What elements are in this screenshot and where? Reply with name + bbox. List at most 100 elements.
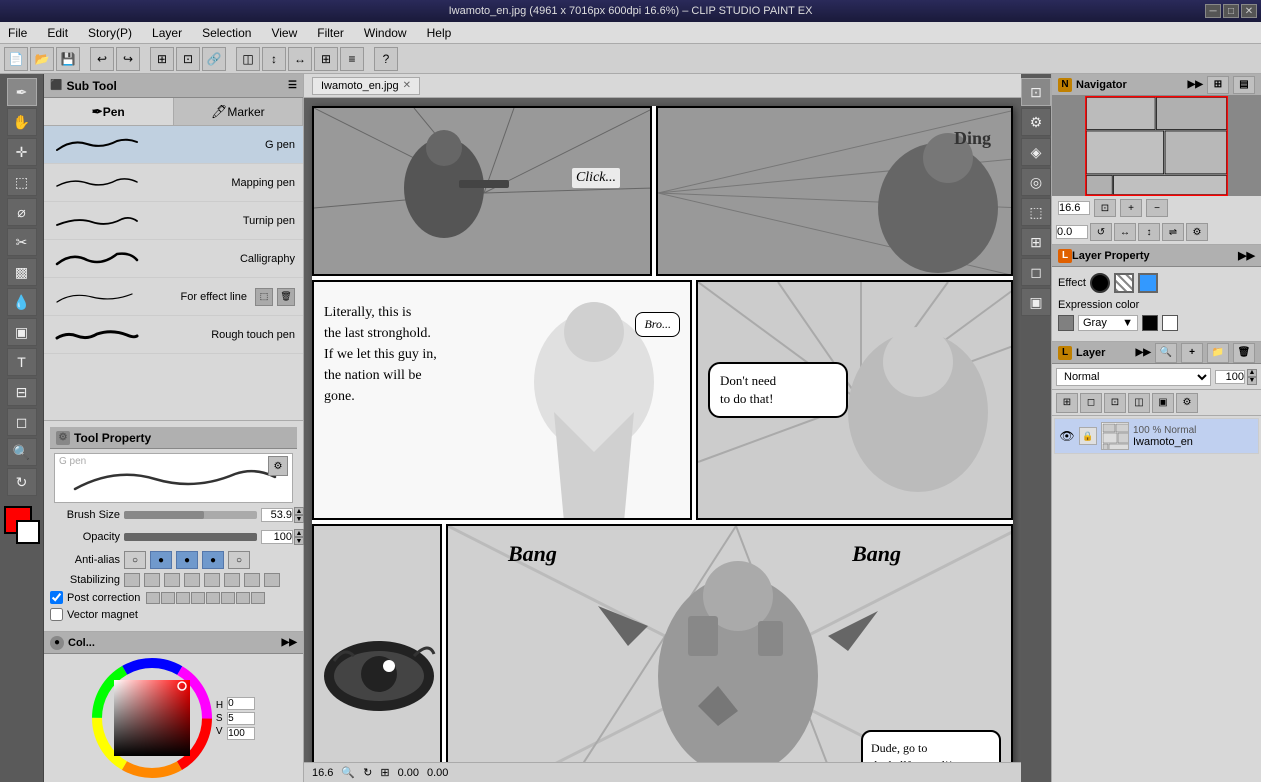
menu-file[interactable]: File	[4, 25, 31, 41]
opacity-down[interactable]: ▼	[294, 537, 304, 545]
opacity-input[interactable]	[261, 530, 293, 544]
postcorr-opt-8[interactable]	[251, 592, 265, 604]
canvas-tab-file[interactable]: Iwamoto_en.jpg ✕	[312, 77, 420, 95]
brush-move-icon[interactable]: ⬚	[255, 288, 273, 306]
postcorr-opt-7[interactable]	[236, 592, 250, 604]
stab-opt-1[interactable]	[124, 573, 140, 587]
right-tool-4[interactable]: ◎	[1021, 168, 1051, 196]
toolbar-help[interactable]: ?	[374, 47, 398, 71]
tool-lasso[interactable]: ⌀	[7, 198, 37, 226]
tool-select[interactable]: ⬚	[7, 168, 37, 196]
layer-ctrl-2[interactable]: ◻	[1080, 393, 1102, 413]
aa-option-3[interactable]: ●	[202, 551, 224, 569]
toolbar-undo[interactable]: ↩	[90, 47, 114, 71]
toolbar-b3[interactable]: ↔	[288, 47, 312, 71]
canvas-tab-close[interactable]: ✕	[403, 80, 411, 91]
postcorr-opt-4[interactable]	[191, 592, 205, 604]
toolbar-save[interactable]: 💾	[56, 47, 80, 71]
nav-zoom-in[interactable]: +	[1120, 199, 1142, 217]
toolbar-b4[interactable]: ⊞	[314, 47, 338, 71]
tool-text[interactable]: T	[7, 348, 37, 376]
statusbar-fit-icon[interactable]: ⊞	[380, 766, 389, 779]
toolbar-b5[interactable]: ≡	[340, 47, 364, 71]
nav-mirror[interactable]: ⇌	[1162, 223, 1184, 241]
stab-opt-2[interactable]	[144, 573, 160, 587]
nav-flip-h[interactable]: ↔	[1114, 223, 1136, 241]
tab-marker[interactable]: 🖊 Marker	[174, 98, 304, 125]
menu-view[interactable]: View	[267, 25, 301, 41]
right-tool-1[interactable]: ⊡	[1021, 78, 1051, 106]
postcorr-opt-3[interactable]	[176, 592, 190, 604]
nav-rotation-input[interactable]	[1056, 225, 1088, 239]
brush-size-up[interactable]: ▲	[294, 507, 304, 515]
effect-option-color[interactable]	[1138, 273, 1158, 293]
nav-rotate-reset[interactable]: ↺	[1090, 223, 1112, 241]
effect-option-dots[interactable]	[1114, 273, 1134, 293]
blend-mode-select[interactable]: Normal Multiply Screen Overlay	[1056, 368, 1211, 386]
effect-option-circle[interactable]	[1090, 273, 1110, 293]
layer-item-0[interactable]: 👁 🔒	[1054, 418, 1259, 454]
statusbar-zoom-icon[interactable]: 🔍	[341, 766, 355, 779]
right-tool-6[interactable]: ⊞	[1021, 228, 1051, 256]
tool-crop[interactable]: ✂	[7, 228, 37, 256]
layer-opacity-up[interactable]: ▲	[1247, 369, 1257, 377]
color-panel-more[interactable]: ▶▶	[282, 637, 297, 648]
hsv-v-input[interactable]	[227, 727, 255, 740]
layer-panel-expand[interactable]: ▶▶	[1136, 347, 1151, 358]
opacity-up[interactable]: ▲	[294, 529, 304, 537]
stab-opt-4[interactable]	[184, 573, 200, 587]
postcorr-opt-2[interactable]	[161, 592, 175, 604]
postcorr-opt-6[interactable]	[221, 592, 235, 604]
aa-option-0[interactable]: ○	[124, 551, 146, 569]
nav-zoom-out[interactable]: −	[1146, 199, 1168, 217]
nav-settings[interactable]: ⚙	[1186, 223, 1208, 241]
brush-size-input[interactable]	[261, 508, 293, 522]
right-tool-2[interactable]: ⚙	[1021, 108, 1051, 136]
color-wheel-svg[interactable]	[92, 658, 212, 778]
menu-story[interactable]: Story(P)	[84, 25, 136, 41]
hsv-s-input[interactable]	[227, 712, 255, 725]
nav-preview[interactable]	[1052, 96, 1261, 196]
toolbar-select[interactable]: ⊡	[176, 47, 200, 71]
tool-move[interactable]: ✛	[7, 138, 37, 166]
stab-opt-7[interactable]	[244, 573, 260, 587]
right-tool-7[interactable]: ◻	[1021, 258, 1051, 286]
postcorr-opt-5[interactable]	[206, 592, 220, 604]
toolbar-lasso[interactable]: 🔗	[202, 47, 226, 71]
brush-item-turnip-pen[interactable]: Turnip pen	[44, 202, 303, 240]
aa-option-4[interactable]: ○	[228, 551, 250, 569]
expr-color-dropdown[interactable]: Gray ▼	[1078, 315, 1138, 331]
opacity-value-input[interactable]	[1215, 370, 1245, 384]
stab-opt-6[interactable]	[224, 573, 240, 587]
background-color[interactable]	[16, 520, 40, 544]
stab-opt-5[interactable]	[204, 573, 220, 587]
maximize-button[interactable]: □	[1223, 4, 1239, 18]
tool-zoom[interactable]: 🔍	[7, 438, 37, 466]
toolbar-redo[interactable]: ↪	[116, 47, 140, 71]
nav-zoom-input[interactable]	[1058, 201, 1090, 215]
menu-window[interactable]: Window	[360, 25, 411, 41]
menu-edit[interactable]: Edit	[43, 25, 72, 41]
stab-opt-3[interactable]	[164, 573, 180, 587]
tool-eyedrop[interactable]: 💧	[7, 288, 37, 316]
nav-btn-1[interactable]: ⊞	[1207, 76, 1229, 94]
hsv-h-input[interactable]	[227, 697, 255, 710]
right-tool-8[interactable]: ▣	[1021, 288, 1051, 316]
layer-search-btn[interactable]: 🔍	[1155, 343, 1177, 363]
menu-selection[interactable]: Selection	[198, 25, 255, 41]
right-tool-5[interactable]: ⬚	[1021, 198, 1051, 226]
brush-item-g-pen[interactable]: G pen	[44, 126, 303, 164]
layer-ctrl-1[interactable]: ⊞	[1056, 393, 1078, 413]
layer-ctrl-4[interactable]: ◫	[1128, 393, 1150, 413]
tool-pen[interactable]: ✒	[7, 78, 37, 106]
postcorr-opt-1[interactable]	[146, 592, 160, 604]
brush-size-slider[interactable]	[124, 511, 257, 519]
layer-ctrl-3[interactable]: ⊡	[1104, 393, 1126, 413]
brush-item-mapping-pen[interactable]: Mapping pen	[44, 164, 303, 202]
menu-help[interactable]: Help	[423, 25, 456, 41]
tool-fill[interactable]: ▩	[7, 258, 37, 286]
layer-ctrl-6[interactable]: ⚙	[1176, 393, 1198, 413]
brush-delete-icon[interactable]: 🗑	[277, 288, 295, 306]
layer-prop-expand[interactable]: ▶▶	[1238, 249, 1255, 262]
brush-item-calligraphy[interactable]: Calligraphy	[44, 240, 303, 278]
